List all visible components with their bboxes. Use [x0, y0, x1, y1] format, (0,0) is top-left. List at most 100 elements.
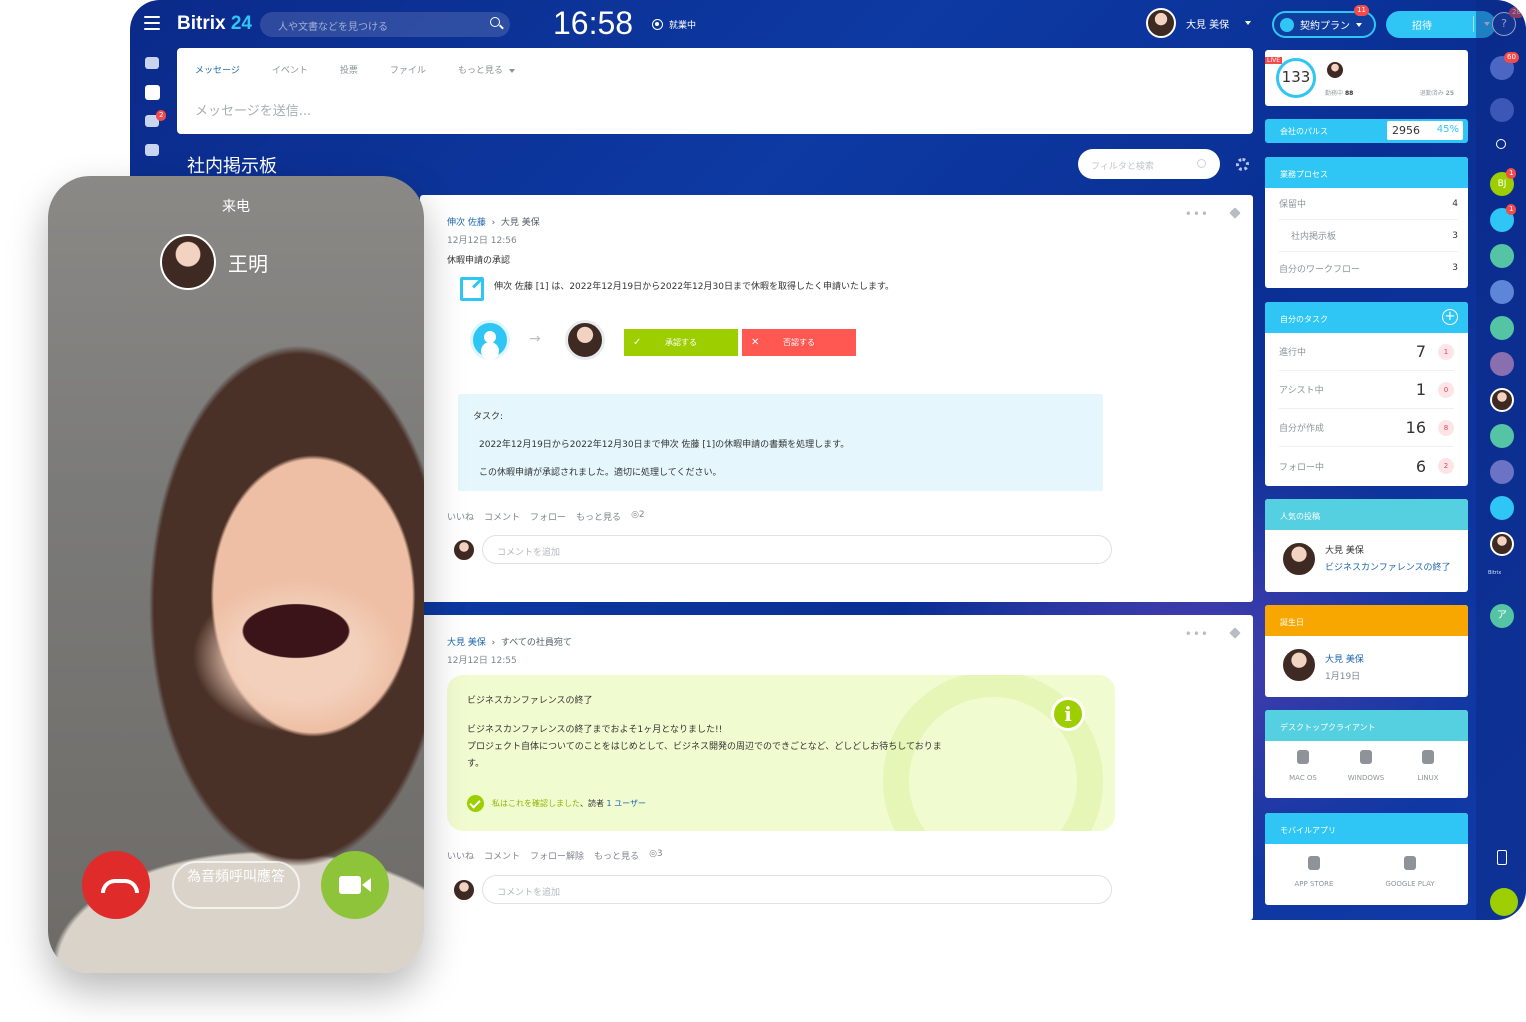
chat-icon[interactable] — [1490, 98, 1514, 122]
app-icon[interactable]: ア — [1490, 604, 1514, 628]
group-icon[interactable] — [1490, 424, 1514, 448]
post-header: 伸次 佐藤 › 大見 美保 — [447, 218, 540, 228]
comment-button[interactable]: コメント — [484, 510, 520, 523]
download-linux[interactable]: LINUX — [1398, 750, 1458, 782]
work-status[interactable]: 就業中 — [652, 18, 696, 31]
birthday-name[interactable]: 大見 美保 — [1325, 652, 1364, 665]
follow-button[interactable]: フォロー — [530, 510, 566, 523]
search-input[interactable]: 人や文書などを見つける — [260, 12, 510, 37]
unfollow-button[interactable]: フォロー解除 — [530, 849, 584, 862]
widget-title: 業務プロセス — [1265, 157, 1468, 188]
avatar — [1281, 541, 1317, 577]
sidebar-item-groups[interactable] — [138, 137, 166, 163]
google-play-link[interactable]: GOOGLE PLAY — [1379, 856, 1441, 888]
apple-icon — [1297, 750, 1309, 764]
video-answer-button[interactable] — [321, 851, 389, 919]
approve-button[interactable]: ✓ 承認する — [624, 329, 738, 356]
audio-answer-button[interactable]: 為音頻呼叫應答 — [172, 861, 300, 909]
group-chat-icon[interactable]: 1 — [1490, 204, 1517, 232]
sidebar-item-feed[interactable] — [138, 79, 166, 105]
popular-post-link[interactable]: ビジネスカンファレンスの終了 — [1325, 560, 1451, 573]
process-row[interactable]: 自分のワークフロー 3 — [1279, 252, 1458, 284]
task-row[interactable]: 自分が作成 16 8 — [1279, 409, 1454, 447]
task-row[interactable]: 進行中 7 1 — [1279, 333, 1454, 371]
post-author[interactable]: 大見 美保 — [447, 638, 486, 648]
logo[interactable]: Bitrix 24 — [177, 13, 252, 35]
group-icon[interactable] — [1490, 460, 1514, 484]
filter-search-input[interactable]: フィルタと検索 — [1078, 149, 1220, 179]
more-button[interactable]: もっと見る — [594, 849, 639, 862]
tab-file[interactable]: ファイル — [390, 63, 426, 76]
task-icon[interactable] — [1490, 244, 1514, 268]
search-icon[interactable] — [490, 17, 500, 27]
popular-author: 大見 美保 — [1325, 546, 1364, 556]
process-row[interactable]: 保留中 4 — [1279, 188, 1458, 220]
feed-post: ••• 大見 美保 › すべての社員宛て 12月12日 12:55 i ビジネス… — [420, 615, 1253, 920]
avatar[interactable] — [1490, 388, 1514, 412]
post-date: 12月12日 12:55 — [447, 656, 517, 666]
like-button[interactable]: いいね — [447, 510, 474, 523]
tab-event[interactable]: イベント — [272, 63, 308, 76]
phone-icon[interactable] — [1490, 888, 1518, 916]
more-icon[interactable]: ••• — [1185, 627, 1209, 641]
video-icon[interactable] — [1490, 352, 1514, 376]
download-windows[interactable]: WINDOWS — [1336, 750, 1396, 782]
message-input[interactable]: メッセージを送信... — [195, 100, 311, 119]
comment-input[interactable]: コメントを追加 — [482, 875, 1112, 904]
pin-icon[interactable] — [1229, 207, 1241, 219]
plan-button[interactable]: 契約プラン 11 — [1272, 5, 1376, 38]
avatar[interactable] — [1490, 532, 1514, 556]
pin-icon[interactable] — [1229, 627, 1241, 639]
gear-icon[interactable] — [1236, 158, 1249, 171]
company-pulse[interactable]: 会社のパルス 2956 45% — [1265, 119, 1468, 143]
app-store-link[interactable]: APP STORE — [1284, 856, 1344, 888]
live-widget[interactable]: LIVE 133 勤務中 88 退勤済み 25 — [1265, 50, 1468, 106]
user-add-icon[interactable] — [1490, 496, 1514, 520]
video-icon[interactable] — [1490, 316, 1514, 340]
process-row[interactable]: 社内掲示板 3 — [1279, 220, 1458, 252]
task-label: タスク: — [473, 412, 504, 422]
search-icon[interactable] — [1490, 134, 1514, 158]
comment-button[interactable]: コメント — [484, 849, 520, 862]
more-button[interactable]: もっと見る — [576, 510, 621, 523]
hangup-button[interactable] — [82, 851, 150, 919]
confirm-link[interactable]: 私はこれを確認しました、読者 1 ユーザー — [492, 798, 646, 809]
download-macos[interactable]: MAC OS — [1273, 750, 1333, 782]
task-line: 2022年12月19日から2022年12月30日まで伸次 佐藤 [1]の休暇申請… — [479, 440, 850, 450]
feed-icon — [144, 84, 160, 100]
record-icon — [652, 19, 663, 30]
comment-input[interactable]: コメントを追加 — [482, 535, 1112, 564]
menu-icon[interactable] — [144, 16, 160, 30]
avatar — [1281, 647, 1317, 683]
brand-label: Bitrix — [1488, 570, 1502, 576]
user-menu[interactable]: 大見 美保 — [1146, 8, 1252, 38]
tab-more[interactable]: もっと見る — [458, 63, 515, 76]
readers-link[interactable]: 1 ユーザー — [607, 799, 646, 808]
tab-poll[interactable]: 投票 — [340, 63, 358, 76]
diamond-icon — [1280, 18, 1294, 32]
sidebar-item-sitemap[interactable] — [138, 50, 166, 76]
tab-message[interactable]: メッセージ — [195, 63, 240, 76]
post-author[interactable]: 伸次 佐藤 — [447, 218, 486, 228]
post-body: 伸次 佐藤 [1] は、2022年12月19日から2022年12月30日まで休暇… — [494, 282, 895, 292]
task-row[interactable]: フォロー中 6 2 — [1279, 447, 1454, 485]
user-initials[interactable]: BJ 1 — [1490, 168, 1517, 196]
avatar — [1146, 8, 1176, 38]
mobile-app-widget: モバイルアプリ APP STORE GOOGLE PLAY — [1265, 813, 1468, 905]
arrow-right-icon: → — [529, 331, 541, 347]
more-icon[interactable]: ••• — [1185, 207, 1209, 221]
like-button[interactable]: いいね — [447, 849, 474, 862]
clock: 16:58 — [553, 5, 634, 41]
task-row[interactable]: アシスト中 1 0 — [1279, 371, 1454, 409]
reject-button[interactable]: ✕ 否認する — [742, 329, 856, 356]
widget-title: デスクトップクライアント — [1265, 710, 1468, 741]
add-icon[interactable]: + — [1442, 309, 1458, 325]
page-title: 社内掲示板 — [187, 156, 277, 177]
sidebar-item-chat[interactable]: 2 — [138, 108, 167, 134]
phone-screen-icon[interactable] — [1490, 846, 1514, 870]
birthday-widget: 誕生日 大見 美保 1月19日 — [1265, 605, 1468, 697]
info-line: す。 — [467, 759, 485, 769]
bell-icon[interactable]: 60 — [1490, 52, 1519, 80]
calendar-icon[interactable] — [1490, 280, 1514, 304]
edit-icon — [460, 277, 484, 301]
